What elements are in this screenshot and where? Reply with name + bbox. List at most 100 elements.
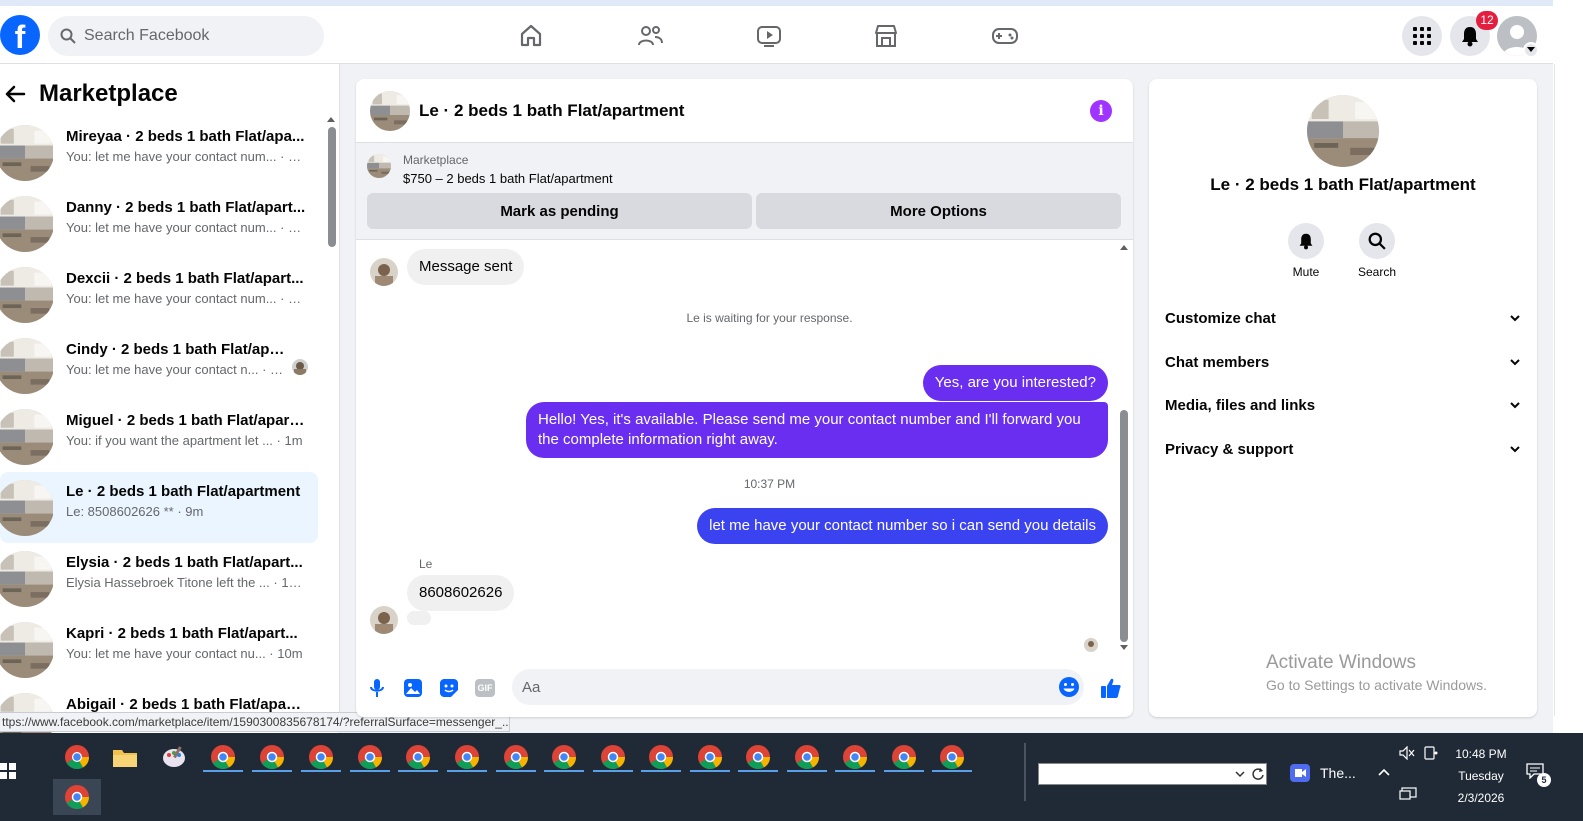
action-center-badge: 5 xyxy=(1537,773,1551,787)
chrome-profile-icon[interactable] xyxy=(354,741,386,773)
scroll-up-arrow-icon[interactable] xyxy=(1119,243,1129,251)
mute-action[interactable]: Mute xyxy=(1276,223,1336,279)
listing-thumbnail xyxy=(0,338,54,394)
chrome-profile-icon[interactable] xyxy=(645,741,677,773)
sticker-icon[interactable] xyxy=(437,676,461,700)
refresh-icon[interactable] xyxy=(1251,767,1265,781)
chat-avatar[interactable] xyxy=(370,91,410,131)
taskbar-clock[interactable]: 10:48 PM Tuesday 2/3/2026 xyxy=(1446,743,1516,809)
chrome-profile-icon[interactable] xyxy=(500,741,532,773)
chevron-down-icon xyxy=(1510,446,1520,453)
chrome-profile-icon-active[interactable] xyxy=(61,781,93,813)
emoji-icon[interactable] xyxy=(1058,676,1080,698)
chat-header: Le · 2 beds 1 bath Flat/apartment i xyxy=(356,79,1133,143)
conversation-preview: You: if you want the apartment let ... ·… xyxy=(66,433,303,448)
sender-name: Le xyxy=(419,557,433,571)
chrome-profile-icon[interactable] xyxy=(791,741,823,773)
chrome-icon[interactable] xyxy=(61,741,93,773)
conversation-item[interactable]: Miguel · 2 beds 1 bath Flat/apart... You:… xyxy=(0,401,318,472)
speaker-muted-icon[interactable] xyxy=(1399,746,1415,760)
chrome-profile-icon[interactable] xyxy=(402,741,434,773)
camera-privacy-icon[interactable] xyxy=(1424,745,1438,761)
chevron-up-icon[interactable] xyxy=(1377,767,1391,777)
like-icon[interactable] xyxy=(1099,676,1123,700)
zoom-app-icon[interactable] xyxy=(1290,764,1310,782)
search-icon[interactable] xyxy=(1359,223,1395,259)
conversation-item[interactable]: Kapri · 2 beds 1 bath Flat/apart... You: … xyxy=(0,614,318,685)
menu-button[interactable] xyxy=(1402,16,1442,56)
message-input[interactable] xyxy=(522,675,1052,699)
chrome-profile-icon[interactable] xyxy=(839,741,871,773)
info-icon[interactable]: i xyxy=(1090,100,1112,122)
taskbar-address-input[interactable] xyxy=(1041,766,1231,782)
account-chevron-down-icon[interactable] xyxy=(1523,42,1539,58)
conversation-preview: You: let me have your contact num... · 1… xyxy=(66,291,306,306)
zoom-app-label[interactable]: The... xyxy=(1320,765,1356,781)
chrome-profile-icon[interactable] xyxy=(742,741,774,773)
message-input-wrap[interactable] xyxy=(512,669,1084,705)
section-chat-members[interactable]: Chat members xyxy=(1157,342,1529,382)
listing-price-title[interactable]: $750 – 2 beds 1 bath Flat/apartment xyxy=(403,171,613,186)
chrome-profile-icon[interactable] xyxy=(936,741,968,773)
chrome-profile-icon[interactable] xyxy=(548,741,580,773)
conversation-item[interactable]: Danny · 2 beds 1 bath Flat/apart... You: … xyxy=(0,188,318,259)
conversation-item[interactable]: Mireyaa · 2 beds 1 bath Flat/apa... You: … xyxy=(0,117,318,188)
typing-bubble xyxy=(407,611,431,625)
taskbar-address-box[interactable] xyxy=(1038,763,1267,785)
search-action[interactable]: Search xyxy=(1347,223,1407,279)
paint-icon[interactable] xyxy=(158,741,190,773)
listing-thumbnail xyxy=(0,622,54,678)
window-scrollbar-thumb[interactable] xyxy=(1554,64,1562,716)
listing-thumbnail xyxy=(0,480,54,536)
listing-banner: Marketplace $750 – 2 beds 1 bath Flat/ap… xyxy=(356,143,1133,240)
chrome-profile-icon[interactable] xyxy=(888,741,920,773)
mark-as-pending-button[interactable]: Mark as pending xyxy=(367,193,752,229)
sidebar-scrollbar-thumb[interactable] xyxy=(328,127,336,247)
section-customize-chat[interactable]: Customize chat xyxy=(1157,298,1529,338)
section-label: Chat members xyxy=(1165,353,1270,371)
search-input[interactable] xyxy=(84,27,284,45)
running-indicator xyxy=(447,770,487,772)
gaming-icon[interactable] xyxy=(989,20,1021,52)
facebook-logo[interactable]: f xyxy=(0,15,40,55)
conversation-item-active[interactable]: Le · 2 beds 1 bath Flat/apartment Le: 850… xyxy=(0,472,318,543)
chevron-down-icon[interactable] xyxy=(1235,770,1245,778)
conversation-item[interactable]: Elysia · 2 beds 1 bath Flat/apart... Elys… xyxy=(0,543,318,614)
listing-source: Marketplace xyxy=(403,153,469,167)
chrome-profile-icon[interactable] xyxy=(305,741,337,773)
conversation-item[interactable]: Dexcii · 2 beds 1 bath Flat/apart... You:… xyxy=(0,259,318,330)
chrome-profile-icon[interactable] xyxy=(451,741,483,773)
scroll-up-arrow-icon[interactable] xyxy=(326,114,336,124)
file-explorer-icon[interactable] xyxy=(109,741,141,773)
windows-start-icon[interactable] xyxy=(0,763,16,779)
chrome-profile-icon[interactable] xyxy=(694,741,726,773)
video-icon[interactable] xyxy=(753,20,785,52)
thread-scrollbar-thumb[interactable] xyxy=(1120,410,1128,642)
chrome-profile-icon[interactable] xyxy=(597,741,629,773)
section-privacy-support[interactable]: Privacy & support xyxy=(1157,429,1529,469)
search-bar[interactable] xyxy=(48,16,324,56)
microphone-icon[interactable] xyxy=(365,676,389,700)
friends-icon[interactable] xyxy=(634,20,666,52)
conversation-name: Dexcii · 2 beds 1 bath Flat/apart... xyxy=(66,270,304,287)
bell-icon[interactable] xyxy=(1288,223,1324,259)
photo-icon[interactable] xyxy=(401,676,425,700)
chat-title[interactable]: Le · 2 beds 1 bath Flat/apartment xyxy=(419,101,684,121)
scroll-down-arrow-icon[interactable] xyxy=(1119,644,1129,652)
gif-icon[interactable]: GIF xyxy=(473,676,497,700)
marketplace-icon[interactable] xyxy=(870,20,902,52)
home-icon[interactable] xyxy=(515,20,547,52)
chrome-profile-icon[interactable] xyxy=(256,741,288,773)
listing-thumbnail[interactable] xyxy=(367,154,391,178)
back-arrow-icon[interactable] xyxy=(0,79,30,109)
running-indicator xyxy=(641,770,681,772)
clock-day: Tuesday xyxy=(1458,769,1504,783)
notification-count-badge: 12 xyxy=(1476,11,1498,30)
section-media-files-links[interactable]: Media, files and links xyxy=(1157,385,1529,425)
more-options-button[interactable]: More Options xyxy=(756,193,1121,229)
chrome-profile-icon[interactable] xyxy=(207,741,239,773)
conversation-preview: You: let me have your contact n... · 1m xyxy=(66,362,286,377)
network-icon[interactable] xyxy=(1399,787,1417,801)
conversation-sidebar: Marketplace Mireyaa · 2 beds 1 bath Flat… xyxy=(0,64,340,733)
conversation-item[interactable]: Cindy · 2 beds 1 bath Flat/apa... You: le… xyxy=(0,330,318,401)
